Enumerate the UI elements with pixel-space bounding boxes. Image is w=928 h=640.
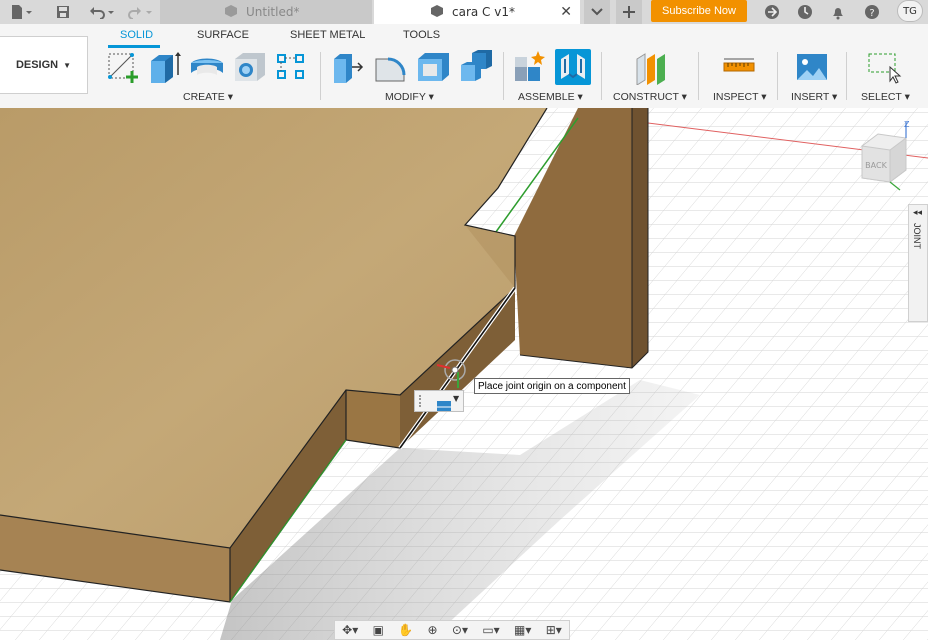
tab-label: cara C v1* bbox=[452, 5, 515, 19]
collapse-left-icon[interactable]: ◂◂ bbox=[913, 208, 922, 218]
divider bbox=[846, 52, 847, 100]
viewports-icon[interactable]: ⊞▾ bbox=[546, 623, 562, 637]
chevron-down-icon[interactable] bbox=[584, 0, 610, 24]
undo-icon[interactable] bbox=[86, 0, 118, 24]
title-bar: Untitled* cara C v1* ✕ Subscribe Now ? T… bbox=[0, 0, 928, 24]
subscribe-button[interactable]: Subscribe Now bbox=[651, 0, 747, 22]
shell-icon[interactable] bbox=[415, 49, 451, 85]
fit-icon[interactable]: ⊙▾ bbox=[452, 623, 468, 637]
create-sketch-icon[interactable] bbox=[106, 49, 142, 85]
hole-icon[interactable] bbox=[232, 49, 268, 85]
group-label: INSPECT bbox=[713, 91, 759, 103]
tooltip: Place joint origin on a component bbox=[474, 378, 630, 394]
file-menu-icon[interactable] bbox=[6, 0, 36, 24]
revolve-icon[interactable] bbox=[189, 49, 225, 85]
group-label: ASSEMBLE bbox=[518, 91, 575, 103]
help-icon[interactable]: ? bbox=[860, 0, 884, 24]
divider bbox=[601, 52, 602, 100]
group-select[interactable]: SELECT ▾ bbox=[861, 91, 910, 103]
job-status-icon[interactable] bbox=[760, 0, 784, 24]
divider bbox=[503, 52, 504, 100]
measure-icon[interactable] bbox=[721, 49, 757, 85]
group-label: INSERT bbox=[791, 91, 830, 103]
snap-mode-icon bbox=[437, 396, 451, 415]
bell-icon[interactable] bbox=[826, 0, 850, 24]
workspace-label: DESIGN bbox=[15, 59, 59, 71]
grid-settings-icon[interactable]: ▦▾ bbox=[514, 623, 531, 637]
press-pull-icon[interactable] bbox=[330, 49, 366, 85]
offset-plane-icon[interactable] bbox=[633, 49, 669, 86]
group-modify[interactable]: MODIFY ▾ bbox=[385, 91, 434, 103]
tab-solid[interactable]: SOLID bbox=[120, 29, 153, 41]
redo-icon[interactable] bbox=[124, 0, 156, 24]
box-icon bbox=[224, 4, 238, 21]
joint-side-panel[interactable]: ◂◂ JOINT bbox=[908, 204, 928, 322]
group-create[interactable]: CREATE ▾ bbox=[183, 91, 233, 103]
canvas-viewport[interactable]: BACK Z bbox=[0, 108, 928, 640]
avatar[interactable]: TG bbox=[897, 0, 923, 22]
group-construct[interactable]: CONSTRUCT ▾ bbox=[613, 91, 687, 103]
group-label: CREATE bbox=[183, 91, 225, 103]
close-icon[interactable]: ✕ bbox=[560, 4, 572, 20]
new-tab-icon[interactable] bbox=[616, 0, 642, 24]
notch-face bbox=[346, 390, 400, 448]
tab-cara-c[interactable]: cara C v1* ✕ bbox=[374, 0, 580, 24]
box-icon bbox=[430, 4, 444, 21]
joint-icon[interactable] bbox=[555, 49, 591, 85]
group-assemble[interactable]: ASSEMBLE ▾ bbox=[518, 91, 583, 103]
group-label: SELECT bbox=[861, 91, 902, 103]
tab-sheet-metal[interactable]: SHEET METAL bbox=[290, 29, 365, 41]
scene-svg[interactable]: BACK Z bbox=[0, 108, 928, 640]
divider bbox=[320, 52, 321, 100]
zoom-icon[interactable]: ⊕ bbox=[428, 623, 438, 637]
save-icon[interactable] bbox=[52, 0, 74, 24]
display-settings-icon[interactable]: ▭▾ bbox=[482, 623, 499, 637]
group-inspect[interactable]: INSPECT ▾ bbox=[713, 91, 767, 103]
fillet-icon[interactable] bbox=[373, 49, 409, 85]
workspace-switcher[interactable]: DESIGN ▼ bbox=[0, 36, 88, 94]
extrude-icon[interactable] bbox=[147, 49, 183, 85]
svg-text:?: ? bbox=[869, 8, 874, 19]
drag-handle-icon[interactable] bbox=[419, 395, 423, 407]
combine-icon[interactable] bbox=[458, 49, 494, 85]
clock-icon[interactable] bbox=[793, 0, 817, 24]
caret-down-icon: ▼ bbox=[63, 60, 72, 70]
navigation-bar: ✥▾ ▣ ✋ ⊕ ⊙▾ ▭▾ ▦▾ ⊞▾ bbox=[334, 620, 570, 640]
select-window-icon[interactable] bbox=[866, 49, 902, 85]
tab-label: Untitled* bbox=[246, 5, 300, 19]
active-tab-indicator bbox=[108, 45, 160, 48]
look-at-icon[interactable]: ▣ bbox=[373, 623, 384, 637]
group-insert[interactable]: INSERT ▾ bbox=[791, 91, 837, 103]
tab-tools[interactable]: TOOLS bbox=[403, 29, 440, 41]
divider bbox=[698, 52, 699, 100]
joint-snap-dropdown[interactable]: ▼ bbox=[414, 390, 464, 412]
new-component-icon[interactable] bbox=[512, 49, 548, 85]
back-wall-edge bbox=[632, 108, 648, 368]
insert-image-icon[interactable] bbox=[794, 49, 830, 85]
caret-down-icon: ▼ bbox=[453, 394, 460, 403]
svg-text:Z: Z bbox=[904, 120, 910, 129]
pan-icon[interactable]: ✋ bbox=[398, 623, 413, 637]
pattern-icon[interactable] bbox=[274, 49, 310, 85]
view-cube-face-label: BACK bbox=[865, 161, 887, 170]
joint-panel-label: JOINT bbox=[912, 223, 922, 249]
group-label: CONSTRUCT bbox=[613, 91, 679, 103]
orbit-icon[interactable]: ✥▾ bbox=[342, 623, 358, 637]
divider bbox=[777, 52, 778, 100]
group-label: MODIFY bbox=[385, 91, 426, 103]
tab-surface[interactable]: SURFACE bbox=[197, 29, 249, 41]
tab-untitled[interactable]: Untitled* bbox=[160, 0, 372, 24]
